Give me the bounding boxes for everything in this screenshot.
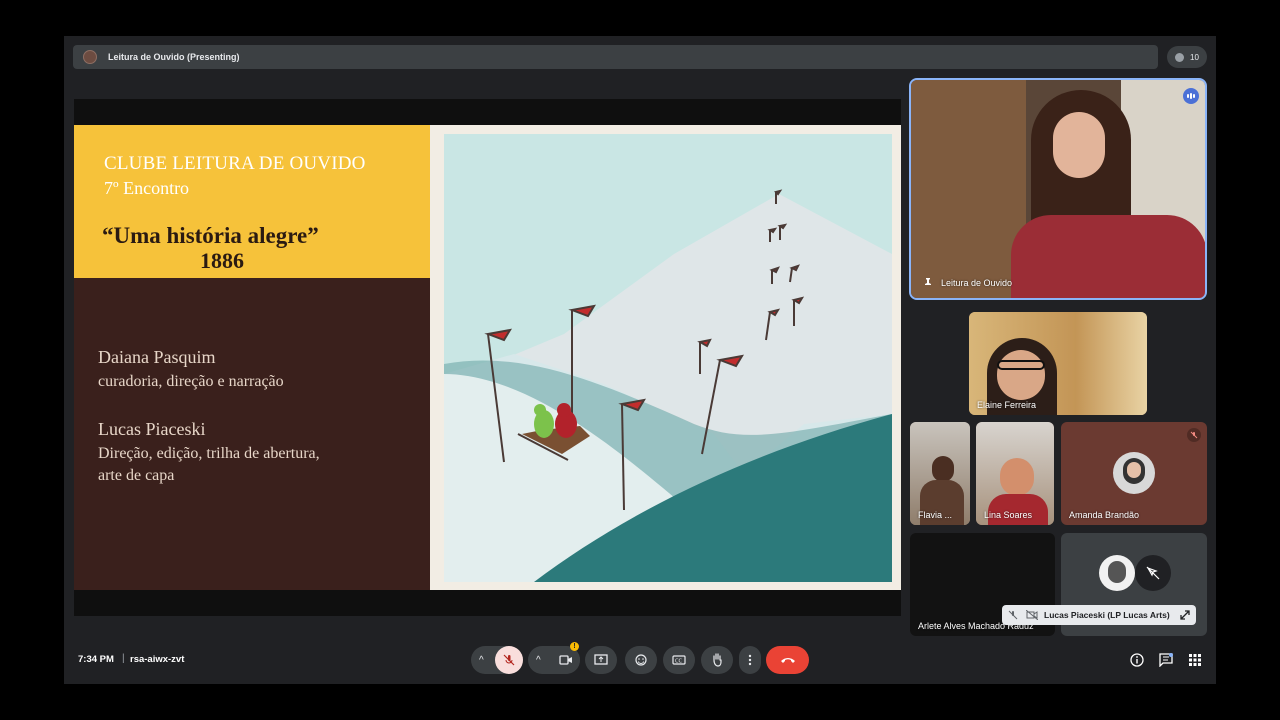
glasses-icon [997, 360, 1045, 370]
people-icon [1175, 52, 1185, 62]
slide: CLUBE LEITURA DE OUVIDO 7º Encontro “Uma… [74, 125, 901, 590]
cursor-off-icon [1135, 555, 1171, 591]
participant-tile-lina[interactable]: Lina Soares [976, 422, 1054, 525]
person-head [932, 456, 954, 482]
presentation-area: CLUBE LEITURA DE OUVIDO 7º Encontro “Uma… [74, 99, 901, 616]
camera-off-icon[interactable] [1026, 610, 1038, 620]
avatar-face [1127, 462, 1141, 478]
meeting-number: 7º Encontro [104, 178, 190, 198]
mic-toggle-button[interactable] [495, 646, 523, 674]
participant-name: Flavia ... [918, 510, 953, 520]
story-year: 1886 [200, 248, 244, 273]
captions-icon: CC [672, 655, 686, 665]
more-icon [748, 654, 752, 666]
present-icon [594, 654, 608, 665]
presenting-bar[interactable]: Leitura de Ouvido (Presenting) [73, 45, 1158, 69]
mic-off-icon[interactable] [1008, 610, 1018, 620]
present-button[interactable] [585, 646, 617, 674]
more-options-button[interactable] [739, 646, 761, 674]
slide-text-panel: CLUBE LEITURA DE OUVIDO 7º Encontro “Uma… [74, 125, 430, 590]
chevron-up-icon[interactable]: ^ [536, 655, 541, 666]
credit-role: Direção, edição, trilha de abertura, [98, 445, 320, 462]
story-title: “Uma história alegre” [102, 223, 319, 248]
clock: 7:34 PM [78, 654, 114, 665]
participant-name: Leitura de Ouvido [941, 278, 1013, 288]
meeting-code: rsa-aiwx-zvt [130, 654, 185, 665]
credit-role: curadoria, direção e narração [98, 373, 284, 390]
avatar-face [1108, 561, 1126, 583]
credit-name: Lucas Piaceski [98, 419, 206, 439]
activities-icon[interactable] [1188, 653, 1202, 667]
participants-button[interactable]: 10 [1167, 46, 1207, 68]
background-shelf [911, 80, 1026, 298]
avatar [1113, 452, 1155, 494]
camera-control-group: ^ ! [528, 642, 580, 674]
raise-hand-icon [713, 653, 722, 667]
mic-off-icon [1187, 428, 1201, 442]
emoji-icon [635, 654, 647, 666]
speaking-indicator-icon [1183, 88, 1199, 104]
participant-name: Lucas Piaceski (LP Lucas Arts) [1044, 610, 1170, 620]
person-face [997, 350, 1045, 400]
person-face [1053, 112, 1105, 178]
credit-role: arte de capa [98, 467, 175, 484]
captions-button[interactable]: CC [663, 646, 695, 674]
info-icon[interactable] [1130, 653, 1144, 667]
credit-name: Daiana Pasquim [98, 347, 216, 367]
slide-header-block: CLUBE LEITURA DE OUVIDO 7º Encontro “Uma… [74, 125, 430, 278]
participant-tile-elaine[interactable]: Elaine Ferreira [969, 312, 1147, 415]
person-head [1000, 458, 1034, 496]
meet-window: Leitura de Ouvido (Presenting) 10 CLUBE … [64, 36, 1216, 684]
leave-call-button[interactable] [766, 646, 809, 674]
presenter-avatar [83, 50, 97, 64]
reactions-button[interactable] [625, 646, 657, 674]
raise-hand-button[interactable] [701, 646, 733, 674]
participant-tile-flavia[interactable]: Flavia ... [910, 422, 970, 525]
mic-control-group: ^ [471, 646, 523, 674]
warning-icon: ! [570, 642, 579, 651]
participant-count: 10 [1190, 52, 1199, 62]
self-view-bar[interactable]: Lucas Piaceski (LP Lucas Arts) [1002, 605, 1196, 625]
avatar [1099, 555, 1135, 591]
participant-tile-amanda[interactable]: Amanda Brandão [1061, 422, 1207, 525]
chevron-up-icon[interactable]: ^ [479, 655, 484, 666]
presenting-title: Leitura de Ouvido (Presenting) [108, 52, 240, 62]
club-title: CLUBE LEITURA DE OUVIDO [104, 153, 366, 174]
expand-icon[interactable] [1180, 610, 1190, 620]
person-body [1011, 215, 1205, 298]
pin-icon[interactable] [923, 278, 933, 288]
camera-icon [559, 655, 572, 665]
participant-tile-host[interactable]: Leitura de Ouvido [909, 78, 1207, 300]
chat-icon[interactable] [1159, 653, 1173, 667]
separator: | [122, 653, 125, 664]
sled-illustration [444, 134, 892, 582]
hang-up-icon [780, 658, 795, 663]
mic-off-icon [503, 654, 515, 666]
svg-text:CC: CC [675, 659, 682, 665]
participant-name: Amanda Brandão [1069, 510, 1140, 520]
participant-name: Lina Soares [984, 510, 1033, 520]
participant-name: Elaine Ferreira [977, 400, 1037, 410]
